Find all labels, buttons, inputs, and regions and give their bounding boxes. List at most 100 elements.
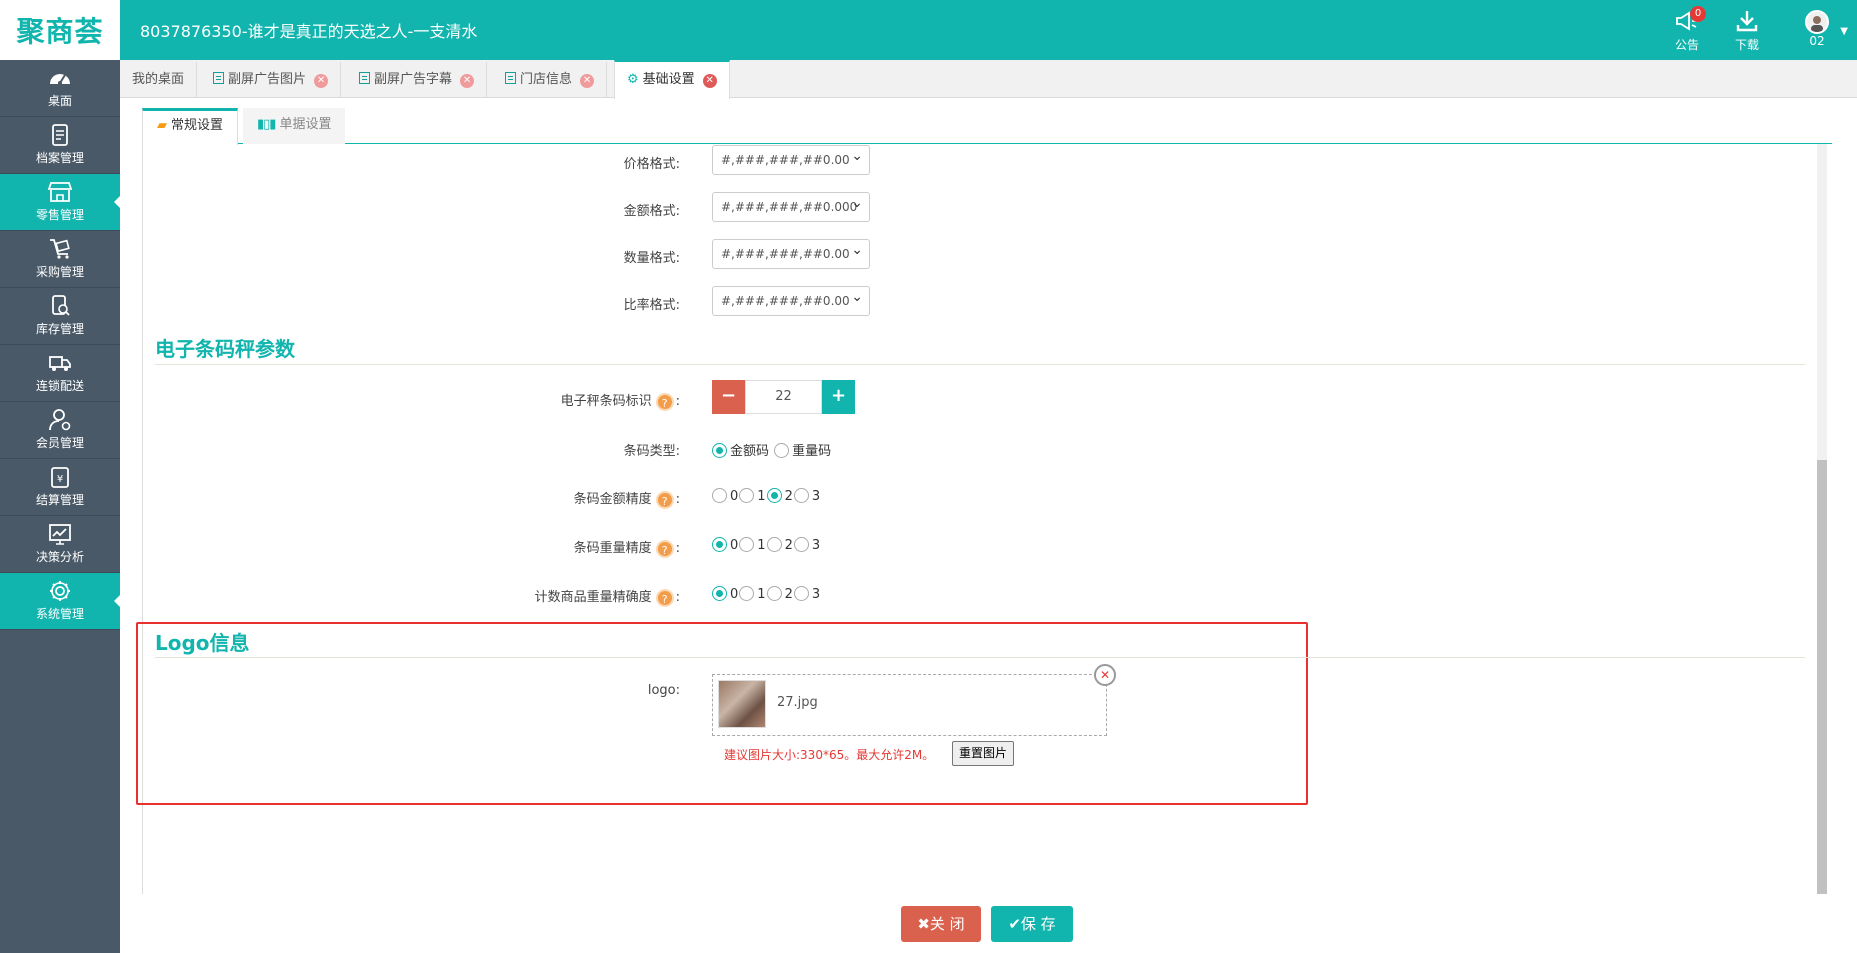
price-format-select[interactable]: #,###,###,##0.00 — [712, 142, 870, 175]
close-icon[interactable]: ✕ — [702, 74, 717, 88]
radio-icon[interactable] — [712, 488, 727, 503]
radio-icon[interactable] — [766, 488, 782, 503]
sidebar-item-settlement[interactable]: ¥ 结算管理 — [0, 459, 120, 516]
book-icon: ▰ — [157, 118, 167, 133]
tab-ad-captions[interactable]: 副屏广告字幕 ✕ — [347, 62, 488, 98]
logo-label: logo: — [647, 683, 680, 698]
weight-precision-text: 条码重量精度 — [573, 541, 652, 556]
help-icon[interactable]: ? — [655, 491, 674, 509]
logo-upload-area[interactable]: 27.jpg — [712, 674, 1107, 736]
radio-option-3[interactable]: 3 — [793, 586, 821, 602]
app-logo[interactable]: 聚商荟 — [0, 0, 120, 60]
rate-format-label: 比率格式: — [623, 298, 680, 313]
barcode-icon: ▮▯▮ — [257, 117, 276, 132]
gear-icon — [50, 581, 70, 601]
barcode-flag-text: 电子秤条码标识 — [560, 394, 652, 409]
tab-ad-images[interactable]: 副屏广告图片 ✕ — [201, 62, 342, 98]
radio-option-0[interactable]: 0 — [712, 488, 739, 504]
gear-icon: ⚙ — [627, 72, 639, 87]
help-icon[interactable]: ? — [655, 393, 674, 411]
check-icon: ✔ — [1008, 915, 1021, 933]
sidebar-item-retail[interactable]: 零售管理 — [0, 174, 120, 231]
close-button[interactable]: ✖关 闭 — [901, 906, 981, 942]
amount-format-select[interactable]: #,###,###,##0.000 — [712, 189, 870, 222]
weight-precision-label: 条码重量精度?: — [380, 537, 680, 558]
notice-button[interactable]: 0 公告 — [1662, 6, 1712, 54]
amount-precision-radio-group: 0123 — [712, 488, 821, 504]
radio-option-1[interactable]: 1 — [739, 488, 766, 504]
radio-icon[interactable] — [712, 586, 727, 601]
radio-option-0[interactable]: 0 — [712, 537, 739, 553]
close-icon[interactable]: ✕ — [460, 74, 475, 88]
radio-option-3[interactable]: 3 — [793, 488, 821, 504]
amount-precision-label: 条码金额精度?: — [380, 488, 680, 509]
sidebar-item-delivery[interactable]: 连锁配送 — [0, 345, 120, 402]
section-divider — [155, 657, 1805, 658]
decrement-button[interactable]: − — [712, 380, 745, 414]
sidebar-item-member[interactable]: 会员管理 — [0, 402, 120, 459]
radio-icon[interactable] — [766, 537, 782, 552]
radio-option-2[interactable]: 2 — [766, 488, 794, 504]
increment-button[interactable]: + — [822, 380, 855, 414]
tab-basic-settings[interactable]: ⚙ 基础设置 ✕ — [614, 60, 730, 99]
sidebar-item-system[interactable]: 系统管理 — [0, 573, 120, 630]
radio-icon[interactable] — [739, 586, 755, 601]
label-colon: : — [675, 492, 680, 507]
sidebar: 桌面 档案管理 零售管理 采购管理 库存管理 连锁配送 会员管理 ¥ 结算管理 … — [0, 60, 120, 953]
sidebar-item-label: 采购管理 — [35, 265, 84, 279]
tab-document-settings[interactable]: ▮▯▮ 单据设置 — [243, 108, 346, 144]
sidebar-item-archive[interactable]: 档案管理 — [0, 117, 120, 174]
radio-icon[interactable] — [712, 537, 727, 552]
tab-my-desktop[interactable]: 我的桌面 — [120, 62, 198, 98]
sidebar-item-analysis[interactable]: 决策分析 — [0, 516, 120, 573]
quantity-format-select[interactable]: #,###,###,##0.00 — [712, 236, 870, 269]
radio-weight-code[interactable]: 重量码 — [774, 440, 832, 459]
radio-option-3[interactable]: 3 — [793, 537, 821, 553]
tab-general-settings[interactable]: ▰ 常规设置 — [142, 108, 239, 145]
radio-option-0[interactable]: 0 — [712, 586, 739, 602]
radio-icon[interactable] — [774, 443, 790, 458]
tab-label: 门店信息 — [520, 72, 573, 87]
truck-icon — [49, 356, 71, 371]
sidebar-item-desktop[interactable]: 桌面 — [0, 60, 120, 117]
section-divider — [155, 364, 1805, 365]
radio-option-2[interactable]: 2 — [766, 586, 794, 602]
upload-hint: 建议图片大小:330*65。最大允许2M。 — [724, 748, 935, 762]
radio-icon[interactable] — [712, 443, 727, 458]
tab-label: 我的桌面 — [132, 72, 185, 87]
radio-icon[interactable] — [793, 488, 809, 503]
radio-icon[interactable] — [793, 586, 809, 601]
radio-option-1[interactable]: 1 — [739, 586, 766, 602]
radio-option-2[interactable]: 2 — [766, 537, 794, 553]
radio-icon[interactable] — [739, 537, 755, 552]
document-icon — [505, 72, 516, 84]
download-button[interactable]: 下载 — [1722, 8, 1772, 54]
scrollbar-thumb[interactable] — [1817, 460, 1827, 894]
help-icon[interactable]: ? — [655, 589, 674, 607]
rate-format-select[interactable]: #,###,###,##0.00 — [712, 283, 870, 316]
user-menu[interactable]: 02 ▼ — [1792, 8, 1848, 54]
radio-icon[interactable] — [793, 537, 809, 552]
radio-icon[interactable] — [766, 586, 782, 601]
barcode-flag-input[interactable]: 22 — [745, 380, 822, 414]
chevron-down-icon: ▼ — [1840, 26, 1848, 37]
count-weight-precision-label: 计数商品重量精确度?: — [380, 586, 680, 607]
close-icon[interactable]: ✕ — [314, 74, 329, 88]
save-button[interactable]: ✔保 存 — [991, 906, 1073, 942]
count-weight-radio-group: 0123 — [712, 586, 821, 602]
sidebar-item-purchase[interactable]: 采购管理 — [0, 231, 120, 288]
radio-option-1[interactable]: 1 — [739, 537, 766, 553]
barcode-type-label: 条码类型: — [623, 444, 680, 459]
radio-icon[interactable] — [739, 488, 755, 503]
count-weight-text: 计数商品重量精确度 — [534, 590, 652, 605]
close-icon[interactable]: ✕ — [580, 74, 595, 88]
remove-image-icon[interactable]: ✕ — [1094, 664, 1116, 686]
reset-image-button[interactable]: 重置图片 — [952, 741, 1015, 766]
quantity-format-label: 数量格式: — [623, 251, 680, 266]
tab-store-info[interactable]: 门店信息 ✕ — [493, 62, 608, 98]
page-tabs: 我的桌面 副屏广告图片 ✕ 副屏广告字幕 ✕ 门店信息 ✕ ⚙ 基础设置 ✕ — [120, 60, 1857, 99]
radio-amount-code[interactable]: 金额码 — [712, 440, 770, 459]
help-icon[interactable]: ? — [655, 540, 674, 558]
avatar — [1805, 10, 1829, 34]
sidebar-item-inventory[interactable]: 库存管理 — [0, 288, 120, 345]
